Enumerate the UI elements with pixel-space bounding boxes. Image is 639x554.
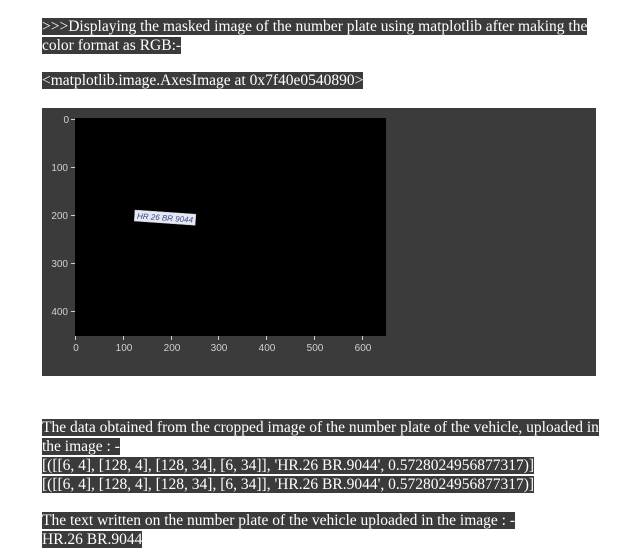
x-tick-label: 600 bbox=[355, 343, 372, 354]
y-tick-label: 200 bbox=[51, 211, 68, 222]
cropped-data-block: The data obtained from the cropped image… bbox=[42, 418, 602, 494]
plot-figure: HR 26 BR 9044 0 100 200 300 400 500 600 bbox=[51, 115, 386, 354]
cropped-data-result-indented: [([[6, 4], [128, 4], [128, 34], [6, 34]]… bbox=[42, 457, 535, 474]
y-tick-label: 100 bbox=[51, 163, 68, 174]
cropped-data-heading: The data obtained from the cropped image… bbox=[42, 419, 599, 455]
y-tick-label: 300 bbox=[51, 259, 68, 270]
y-tick-label: 400 bbox=[51, 307, 68, 318]
x-tick-label: 400 bbox=[259, 343, 276, 354]
x-tick-label: 0 bbox=[73, 343, 79, 354]
x-axis: 0 100 200 300 400 500 600 bbox=[73, 336, 372, 354]
x-tick-label: 100 bbox=[116, 343, 133, 354]
axesimage-repr: <matplotlib.image.AxesImage at 0x7f40e05… bbox=[42, 72, 364, 89]
heading-text: >>>Displaying the masked image of the nu… bbox=[42, 18, 588, 54]
plate-text-heading: The text written on the number plate of … bbox=[42, 512, 516, 529]
plate-text-result: HR.26 BR.9044 bbox=[42, 531, 143, 548]
image-axes bbox=[75, 118, 386, 336]
x-tick-label: 200 bbox=[164, 343, 181, 354]
output-repr-block: <matplotlib.image.AxesImage at 0x7f40e05… bbox=[42, 71, 364, 90]
cropped-data-result: [([[6, 4], [128, 4], [128, 34], [6, 34]]… bbox=[42, 476, 535, 493]
plot-output-panel: HR 26 BR 9044 0 100 200 300 400 500 600 bbox=[42, 108, 596, 376]
y-tick-label: 0 bbox=[63, 115, 69, 126]
plate-text-block: The text written on the number plate of … bbox=[42, 511, 602, 549]
markdown-heading-text: >>>Displaying the masked image of the nu… bbox=[42, 17, 602, 55]
x-tick-label: 300 bbox=[211, 343, 228, 354]
y-axis: 0 100 200 300 400 bbox=[51, 115, 75, 318]
x-tick-label: 500 bbox=[307, 343, 324, 354]
